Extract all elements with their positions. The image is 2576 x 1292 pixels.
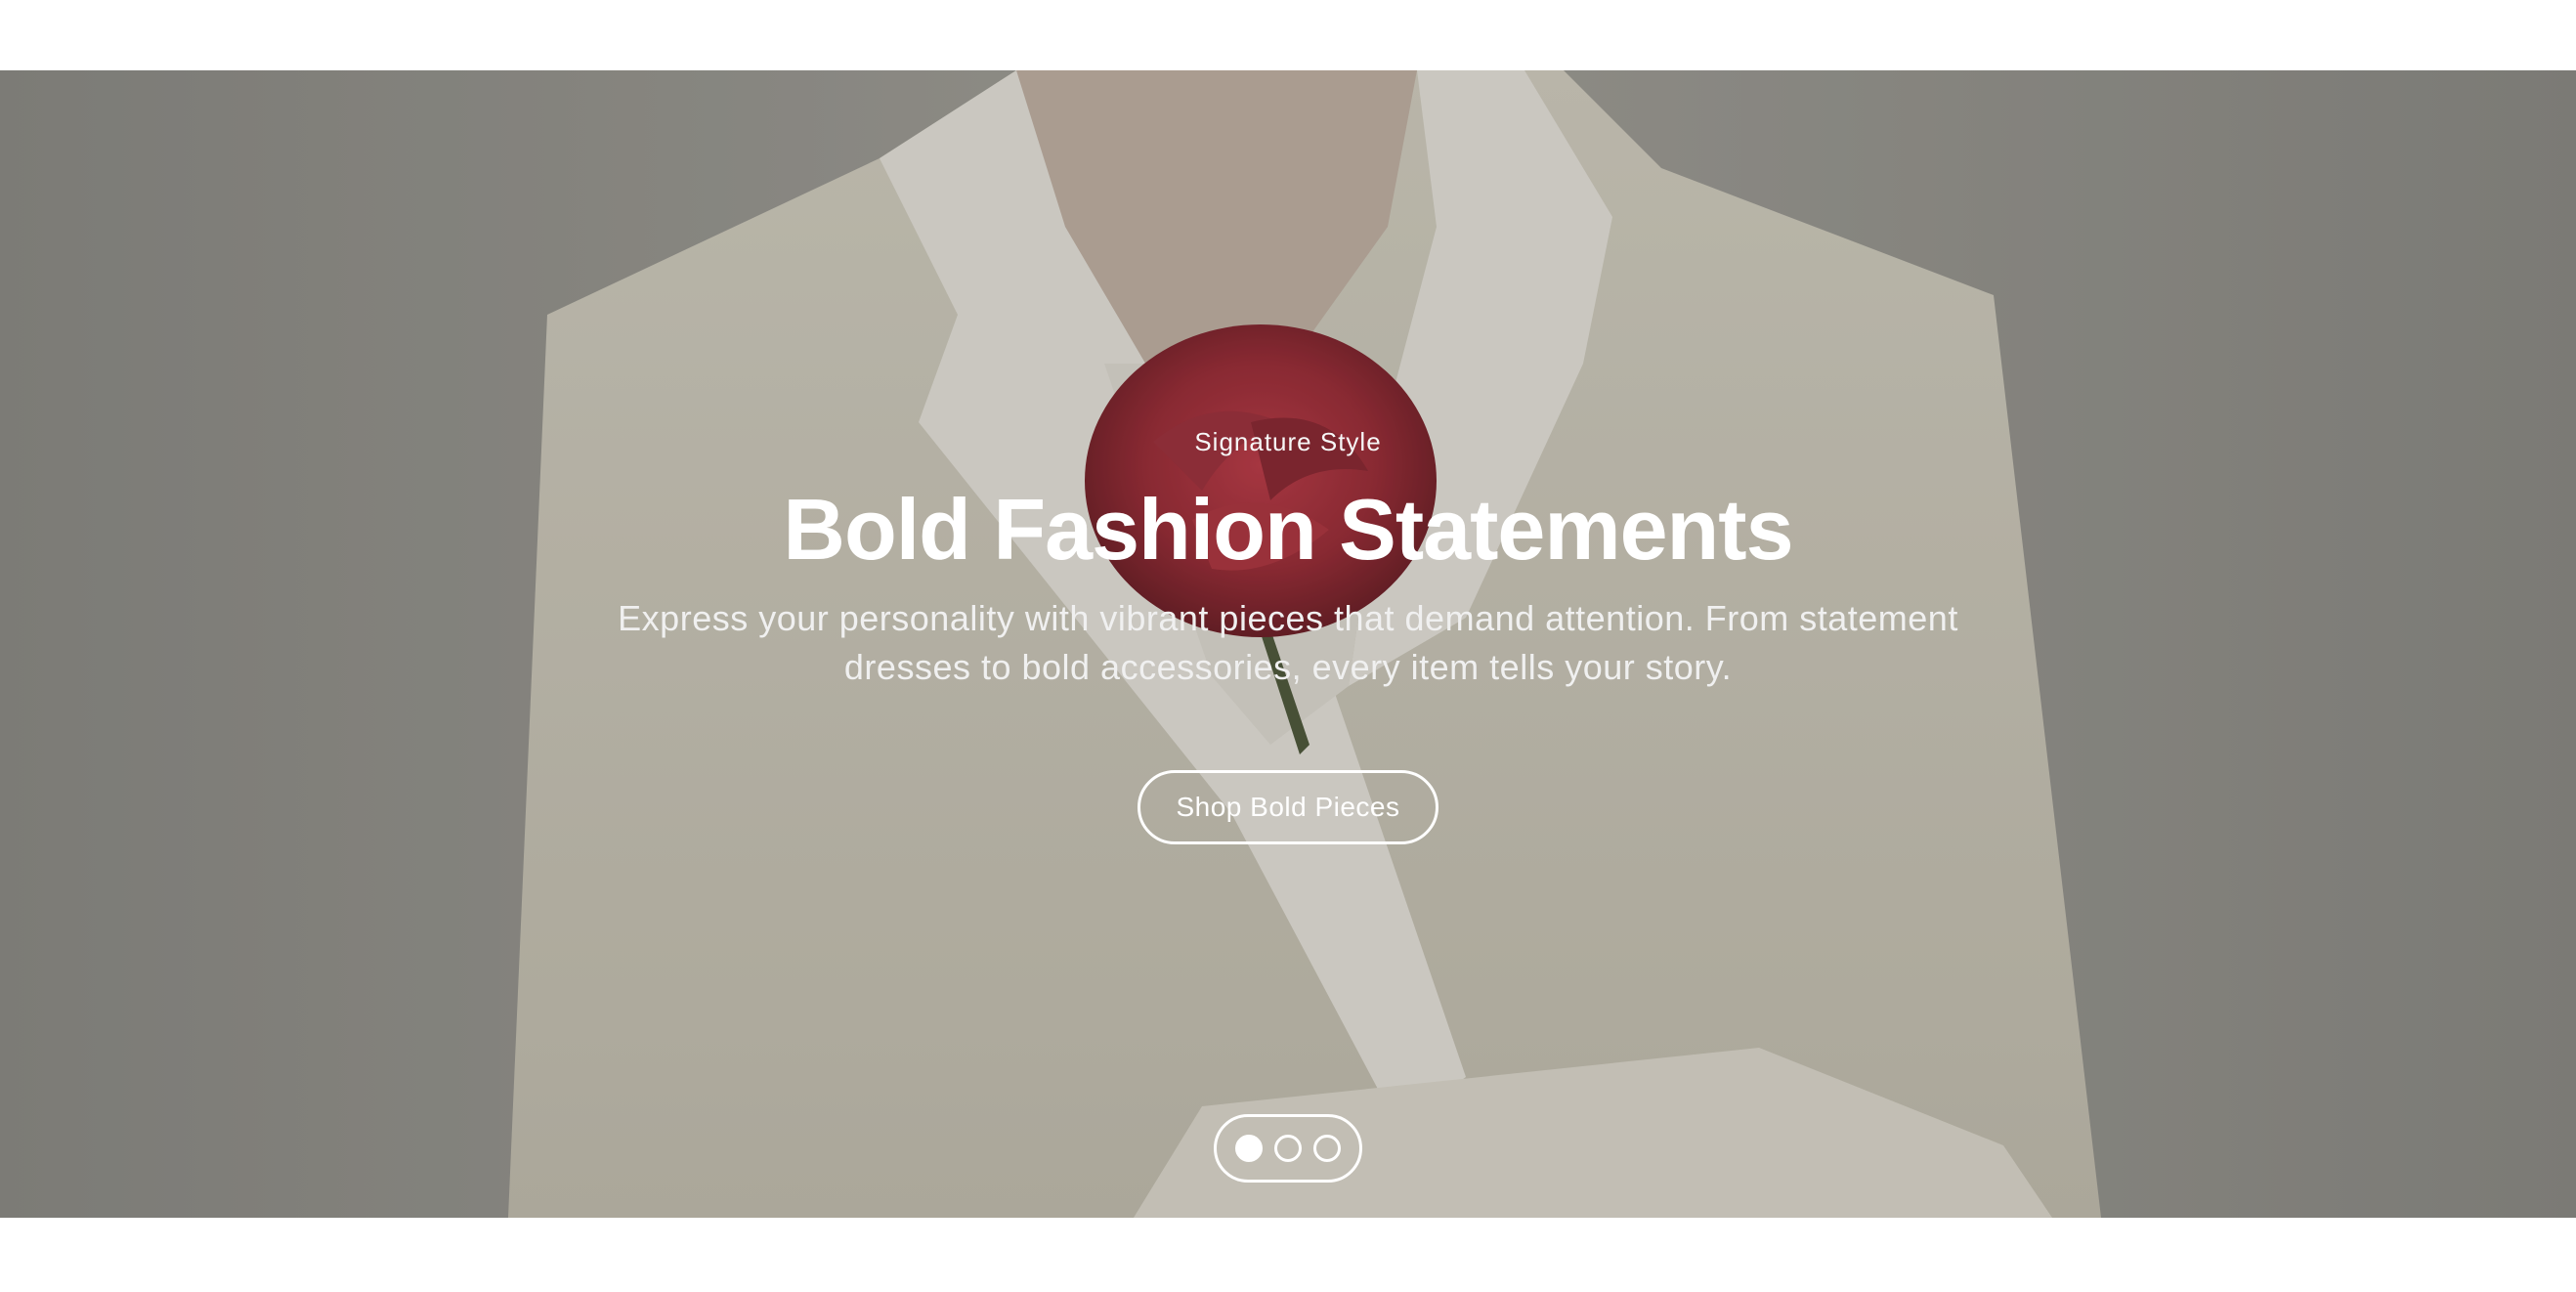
shop-bold-pieces-button[interactable]: Shop Bold Pieces	[1138, 770, 1438, 844]
slide-dot-2[interactable]	[1274, 1135, 1302, 1162]
slide-dot-1[interactable]	[1235, 1135, 1263, 1162]
hero-content: Signature Style Bold Fashion Statements …	[0, 70, 2576, 1218]
hero-carousel: Signature Style Bold Fashion Statements …	[0, 70, 2576, 1218]
hero-description: Express your personality with vibrant pi…	[618, 598, 1958, 687]
slide-dot-3[interactable]	[1313, 1135, 1341, 1162]
page: Signature Style Bold Fashion Statements …	[0, 0, 2576, 1292]
hero-eyebrow: Signature Style	[1194, 427, 1382, 456]
hero-headline: Bold Fashion Statements	[783, 481, 1793, 578]
slide-indicators	[1214, 1114, 1362, 1183]
